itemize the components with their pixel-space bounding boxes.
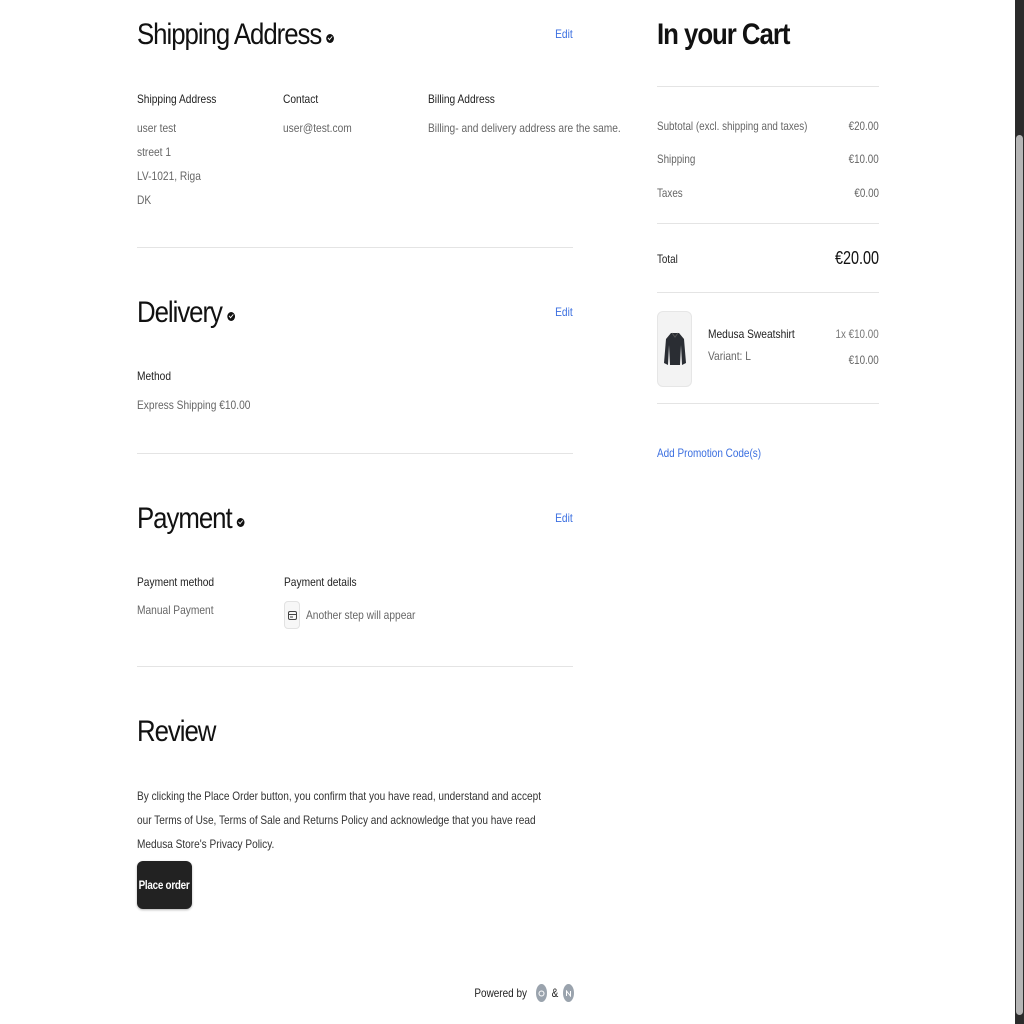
shipping-cost-value: €10.00 [848, 152, 879, 166]
shipping-edit-link[interactable]: Edit [555, 27, 573, 41]
total-row: Total €20.00 [657, 248, 879, 269]
payment-card-icon [284, 601, 300, 629]
powered-by-text: Powered by [474, 986, 527, 1000]
delivery-method-label: Method [137, 369, 172, 383]
cart-item-variant: Variant: L [708, 349, 751, 363]
check-circle-icon [227, 311, 235, 321]
delivery-section: Delivery Edit [137, 296, 573, 330]
check-circle-icon [236, 517, 245, 527]
delivery-title: Delivery [137, 296, 512, 330]
payment-edit-link[interactable]: Edit [555, 511, 573, 525]
divider [137, 247, 573, 248]
scrollbar-thumb[interactable] [1016, 135, 1023, 1015]
contact-value: user@test.com [283, 121, 352, 135]
address-line-city: LV-1021, Riga [137, 169, 201, 183]
taxes-label: Taxes [657, 186, 683, 200]
page-scrollbar[interactable] [1015, 0, 1024, 1024]
payment-details: Another step will appear [284, 601, 435, 629]
shipping-title-text: Shipping Address [137, 18, 322, 51]
shipping-address-label: Shipping Address [137, 92, 217, 106]
payment-details-label: Payment details [284, 575, 357, 589]
delivery-title-text: Delivery [137, 296, 223, 329]
delivery-method-value: Express Shipping €10.00 [137, 398, 251, 412]
divider [657, 86, 879, 87]
place-order-label: Place order [139, 878, 190, 892]
checkout-page: Shipping Address Edit Shipping Address u… [0, 0, 1024, 1024]
address-line-name: user test [137, 121, 177, 135]
taxes-value: €0.00 [854, 186, 879, 200]
medusa-logo-icon[interactable] [536, 984, 548, 1002]
subtotal-label: Subtotal (excl. shipping and taxes) [657, 119, 808, 133]
add-promotion-code-link[interactable]: Add Promotion Code(s) [657, 446, 761, 460]
address-line-country: DK [137, 193, 152, 207]
divider [137, 453, 573, 454]
subtotal-value: €20.00 [848, 119, 879, 133]
nextjs-logo-icon[interactable] [563, 984, 575, 1002]
subtotal-row: Subtotal (excl. shipping and taxes) €20.… [657, 119, 879, 133]
cart-item-info: Medusa Sweatshirt Variant: L [708, 327, 810, 365]
payment-title: Payment [137, 502, 512, 536]
review-terms-text: By clicking the Place Order button, you … [137, 789, 542, 851]
shipping-row: Shipping €10.00 [657, 152, 879, 166]
place-order-button[interactable]: Place order [137, 861, 192, 909]
payment-section: Payment Edit [137, 502, 573, 536]
cart-item-line-total: €10.00 [848, 353, 879, 367]
taxes-row: Taxes €0.00 [657, 186, 879, 200]
review-title: Review [137, 715, 216, 748]
total-value: €20.00 [834, 248, 879, 268]
delivery-edit-link[interactable]: Edit [555, 305, 573, 319]
divider [657, 292, 879, 293]
payment-title-text: Payment [137, 502, 233, 535]
cart-item-name[interactable]: Medusa Sweatshirt [708, 327, 795, 341]
place-order-wrapper: Place order [137, 861, 192, 909]
product-thumbnail[interactable] [657, 311, 692, 387]
payment-method-value: Manual Payment [137, 603, 214, 617]
divider [657, 403, 879, 404]
shipping-cost-label: Shipping [657, 152, 696, 166]
payment-details-value: Another step will appear [306, 608, 416, 622]
cart-header: In your Cart [657, 18, 811, 52]
contact-label: Contact [283, 92, 319, 106]
divider [137, 666, 573, 667]
sweatshirt-image [663, 332, 686, 365]
payment-method-label: Payment method [137, 575, 215, 589]
total-label: Total [657, 251, 678, 266]
divider [657, 223, 879, 224]
powered-by-footer: Powered by & [469, 984, 575, 1002]
shipping-title: Shipping Address [137, 18, 512, 52]
shipping-address-lines: user test street 1 LV-1021, Riga DK [137, 116, 212, 212]
address-line-street: street 1 [137, 145, 172, 159]
cart-item-qty-price: 1x €10.00 [835, 327, 879, 341]
check-circle-icon [326, 33, 335, 43]
shipping-section: Shipping Address Edit [137, 18, 573, 52]
review-section: Review [137, 715, 228, 749]
cart-title: In your Cart [657, 18, 790, 51]
billing-value: Billing- and delivery address are the sa… [428, 121, 621, 135]
ampersand: & [552, 986, 559, 1000]
cart-item-prices: 1x €10.00 €10.00 [826, 327, 879, 367]
billing-label: Billing Address [428, 92, 495, 106]
